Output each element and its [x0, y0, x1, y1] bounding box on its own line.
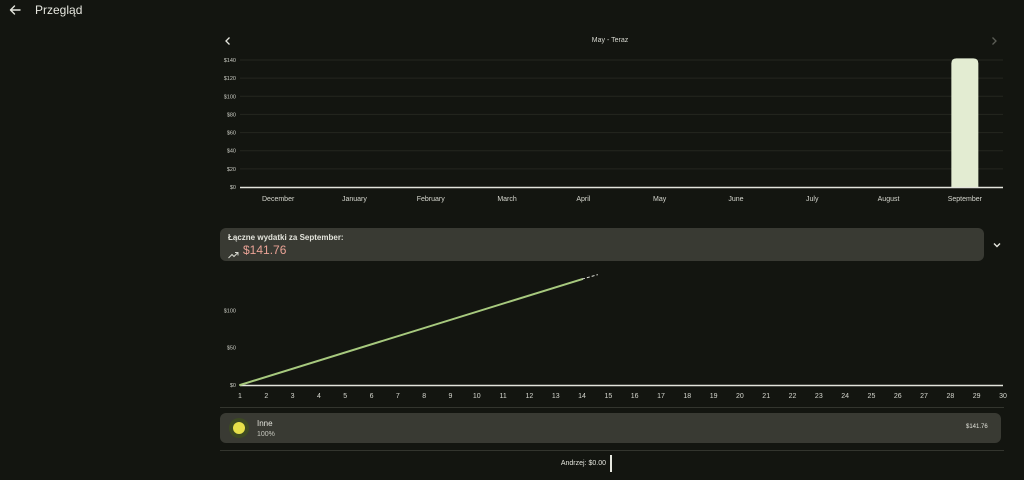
x-tick-label: 15	[604, 393, 612, 400]
x-tick-label: March	[497, 196, 517, 203]
x-tick-label: August	[878, 196, 900, 203]
x-tick-label: 8	[422, 393, 426, 400]
trending-up-icon	[228, 246, 239, 259]
x-tick-label: 7	[396, 393, 400, 400]
x-tick-label: 3	[291, 393, 295, 400]
x-tick-label: 17	[657, 393, 665, 400]
x-tick-label: July	[806, 196, 819, 203]
y-tick-label: $20	[227, 167, 236, 173]
daily-cumulative-line-chart: $0$50$1001 2 3 4 5 6 7 8 9 10 11 12 13 14 15 16 17 18 19 20…	[224, 274, 1007, 400]
monthly-total-card: Łączne wydatki za September: $141.76	[220, 228, 984, 261]
divider	[220, 450, 1004, 451]
category-percent: 100%	[257, 431, 275, 438]
x-tick-label: 25	[868, 393, 876, 400]
x-tick-label: 11	[499, 393, 506, 400]
cumulative-spending-line	[239, 278, 584, 386]
x-tick-label: 1	[238, 393, 242, 400]
y-tick-label: $80	[227, 112, 236, 118]
x-tick-label: 24	[841, 393, 849, 400]
x-tick-label: 16	[631, 393, 639, 400]
y-tick-label: $40	[227, 149, 236, 155]
category-name: Inne	[257, 419, 273, 428]
y-tick-label: $0	[230, 383, 236, 389]
x-tick-label: 29	[973, 393, 981, 400]
x-tick-label: 19	[710, 393, 718, 400]
x-tick-label: 9	[449, 393, 453, 400]
x-tick-label: 26	[894, 393, 902, 400]
x-tick-label: 5	[343, 393, 347, 400]
bar-september[interactable]	[951, 58, 979, 187]
x-tick-label: January	[342, 196, 367, 203]
total-label: Łączne wydatki za September:	[228, 233, 344, 242]
category-avatar	[229, 418, 249, 438]
user-total-label: Andrzej: $0.00	[560, 460, 606, 467]
x-tick-label: 27	[920, 393, 928, 400]
x-tick-label: December	[262, 196, 295, 203]
x-tick-label: 23	[815, 393, 823, 400]
x-tick-label: 10	[473, 393, 481, 400]
monthly-spending-bar-chart: $0 $20 $40 $60 $80 $100 $120 $140 December Januar…	[224, 58, 1003, 203]
x-tick-label: 20	[736, 393, 744, 400]
x-tick-label: May	[653, 196, 667, 203]
user-total-bar	[610, 455, 612, 472]
x-tick-label: September	[948, 196, 983, 203]
y-tick-label: $140	[224, 58, 236, 64]
x-tick-label: 4	[317, 393, 321, 400]
x-tick-label: 2	[264, 393, 268, 400]
x-tick-label: 22	[789, 393, 797, 400]
y-tick-label: $120	[224, 76, 236, 82]
y-tick-label: $50	[227, 346, 236, 352]
x-tick-label: 30	[999, 393, 1007, 400]
y-tick-label: $0	[230, 185, 236, 191]
x-tick-label: 14	[578, 393, 586, 400]
y-tick-label: $100	[224, 308, 236, 314]
x-tick-label: February	[417, 196, 446, 203]
expand-chevron-down-icon[interactable]	[990, 238, 1004, 252]
x-tick-label: 12	[526, 393, 534, 400]
y-tick-label: $60	[227, 131, 236, 137]
divider	[220, 407, 1004, 408]
y-tick-label: $100	[224, 94, 236, 100]
total-value: $141.76	[243, 243, 287, 257]
category-amount: $141.76	[966, 424, 988, 430]
x-tick-label: 6	[370, 393, 374, 400]
x-tick-label: 13	[552, 393, 560, 400]
projection-line	[581, 274, 598, 280]
category-coin-icon	[233, 422, 245, 434]
x-tick-label: 21	[762, 393, 770, 400]
x-tick-label: 18	[683, 393, 691, 400]
category-row-inne[interactable]: Inne 100% $141.76	[220, 413, 1001, 443]
x-tick-label: April	[576, 196, 590, 203]
x-tick-label: June	[728, 196, 743, 203]
x-tick-label: 28	[946, 393, 954, 400]
